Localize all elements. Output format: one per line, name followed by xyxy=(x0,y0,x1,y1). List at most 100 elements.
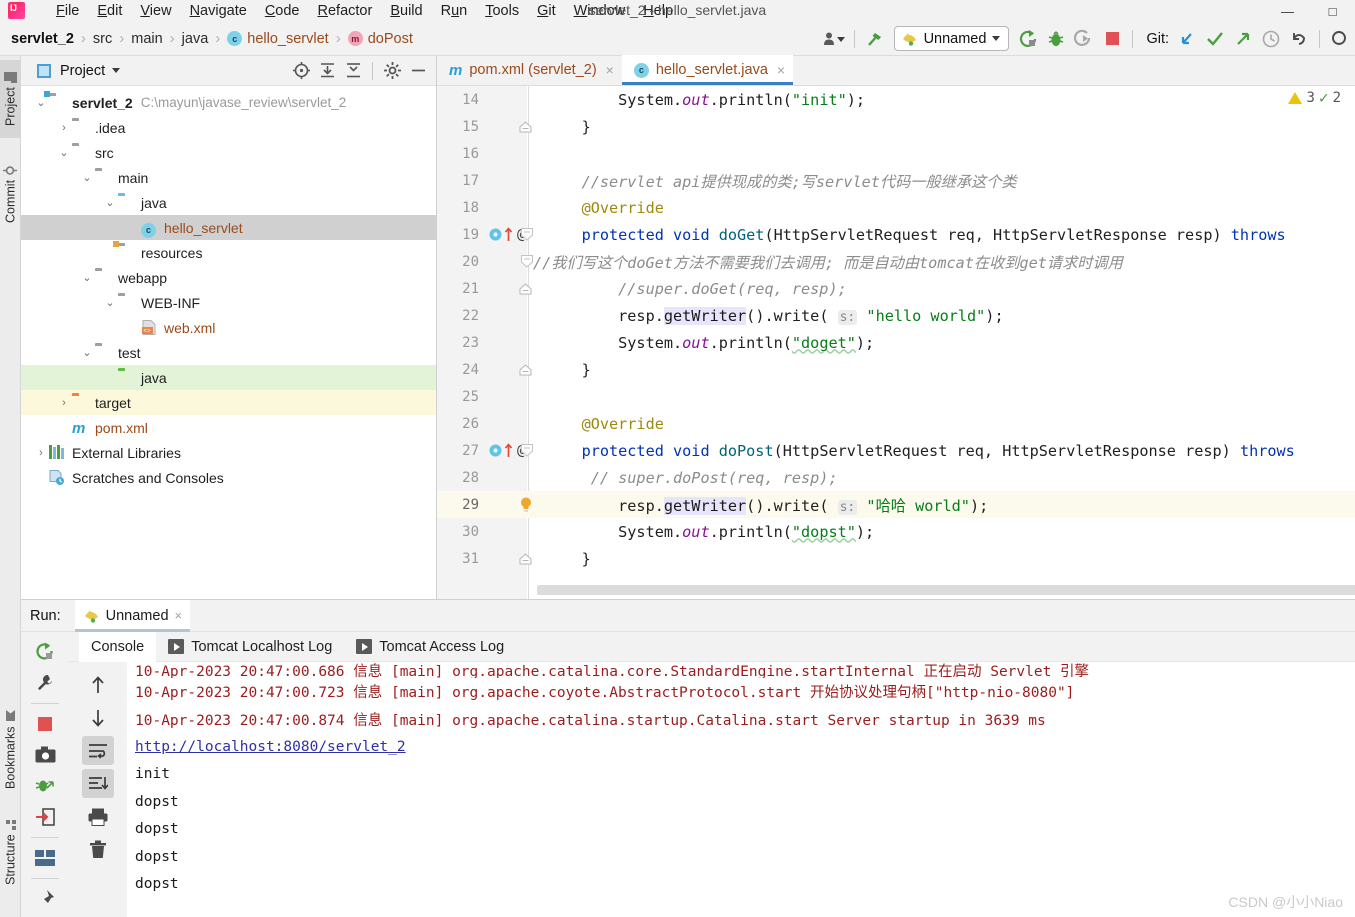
chevron-down-icon[interactable]: ⌄ xyxy=(79,171,95,184)
tab-hello-servlet-java[interactable]: c hello_servlet.java × xyxy=(621,55,794,85)
breadcrumb-item-project[interactable]: servlet_2 xyxy=(6,29,79,49)
chevron-down-icon[interactable]: ⌄ xyxy=(79,271,95,284)
menu-file[interactable]: File xyxy=(47,1,88,21)
chevron-down-icon[interactable]: ⌄ xyxy=(102,196,118,209)
update-project-icon[interactable] xyxy=(1174,26,1200,52)
build-hammer-icon[interactable] xyxy=(862,26,888,52)
fold-marker[interactable] xyxy=(521,255,533,268)
close-icon[interactable]: × xyxy=(604,62,614,78)
tab-tomcat-localhost-log[interactable]: Tomcat Localhost Log xyxy=(156,632,344,662)
collapse-all-icon[interactable] xyxy=(341,59,365,83)
tab-console[interactable]: Console xyxy=(79,631,157,662)
breadcrumb-item-main[interactable]: main xyxy=(126,29,167,49)
rerun-icon[interactable] xyxy=(30,638,60,666)
close-icon[interactable]: × xyxy=(775,62,785,78)
tree-node-java[interactable]: · java xyxy=(21,365,436,390)
fold-end-marker[interactable] xyxy=(519,363,532,376)
breadcrumb-item-src[interactable]: src xyxy=(88,29,117,49)
screenshot-icon[interactable] xyxy=(30,741,60,769)
window-controls[interactable]: — □ xyxy=(1265,0,1355,22)
breadcrumb[interactable]: servlet_2 › src › main › java › c hello_… xyxy=(6,29,418,49)
menu-run[interactable]: Run xyxy=(432,1,477,21)
rollback-icon[interactable] xyxy=(1286,26,1312,52)
sidebar-item-project[interactable]: Project xyxy=(0,60,21,138)
console-output[interactable]: 10-Apr-2023 20:47:00.686 信息 [main] org.a… xyxy=(69,662,1355,917)
code-editor[interactable]: 14 System.out.println("init"); 15 } 16 1… xyxy=(437,86,1355,599)
chevron-down-icon[interactable]: ⌄ xyxy=(79,346,95,359)
fold-end-marker[interactable] xyxy=(519,120,532,133)
chevron-down-icon[interactable]: ⌄ xyxy=(33,96,49,109)
stop-icon[interactable] xyxy=(30,710,60,738)
tree-node-webapp[interactable]: ⌄ webapp xyxy=(21,265,436,290)
menu-refactor[interactable]: Refactor xyxy=(309,1,382,21)
tree-node-web-inf[interactable]: ⌄ WEB-INF xyxy=(21,290,436,315)
select-opened-file-icon[interactable] xyxy=(289,59,313,83)
run-configuration-selector[interactable]: Unnamed xyxy=(893,26,1010,51)
scroll-down-icon[interactable] xyxy=(82,703,114,732)
fold-end-marker[interactable] xyxy=(519,282,532,295)
chevron-down-icon[interactable]: · xyxy=(102,372,118,384)
tree-node--idea[interactable]: › .idea xyxy=(21,115,436,140)
fold-end-marker[interactable] xyxy=(519,552,532,565)
editor-horizontal-scrollbar[interactable] xyxy=(537,585,1355,595)
run-with-coverage-icon[interactable] xyxy=(1071,26,1097,52)
chevron-right-icon[interactable]: › xyxy=(33,447,49,459)
menu-edit[interactable]: Edit xyxy=(88,1,131,21)
menu-window[interactable]: Window xyxy=(565,1,635,21)
pin-icon[interactable] xyxy=(30,885,60,913)
chevron-down-icon[interactable] xyxy=(992,36,1001,41)
menu-help[interactable]: Help xyxy=(634,1,682,21)
maximize-button[interactable]: □ xyxy=(1310,0,1355,22)
stop-icon[interactable] xyxy=(1099,26,1125,52)
tree-node-hello-servlet[interactable]: ·c hello_servlet xyxy=(21,215,436,240)
push-icon[interactable] xyxy=(1230,26,1256,52)
tree-node-resources[interactable]: · resources xyxy=(21,240,436,265)
debug-icon[interactable] xyxy=(1043,26,1069,52)
export-icon[interactable] xyxy=(30,803,60,831)
run-icon[interactable] xyxy=(1015,26,1041,52)
chevron-down-icon[interactable]: · xyxy=(33,472,49,484)
chevron-right-icon[interactable]: › xyxy=(56,397,72,409)
console-link[interactable]: http://localhost:8080/servlet_2 xyxy=(135,733,1355,761)
chevron-down-icon[interactable]: ⌄ xyxy=(102,296,118,309)
clear-all-icon[interactable] xyxy=(82,835,114,864)
scroll-up-icon[interactable] xyxy=(82,670,114,699)
chevron-down-icon[interactable] xyxy=(112,68,121,73)
chevron-down-icon[interactable]: · xyxy=(125,222,141,234)
chevron-right-icon[interactable]: › xyxy=(56,122,72,134)
menu-git[interactable]: Git xyxy=(528,1,565,21)
fold-start-marker[interactable] xyxy=(521,444,533,457)
tab-pom-xml[interactable]: m pom.xml (servlet_2) × xyxy=(437,55,622,85)
tree-node-target[interactable]: › target xyxy=(21,390,436,415)
user-dropdown-icon[interactable] xyxy=(821,26,847,52)
breadcrumb-item-java[interactable]: java xyxy=(177,29,214,49)
menu-tools[interactable]: Tools xyxy=(476,1,528,21)
history-icon[interactable] xyxy=(1258,26,1284,52)
tab-tomcat-access-log[interactable]: Tomcat Access Log xyxy=(344,632,516,662)
gutter-override-markers[interactable]: @ xyxy=(489,443,525,459)
minimize-button[interactable]: — xyxy=(1265,0,1310,22)
breadcrumb-item-class[interactable]: c hello_servlet xyxy=(222,29,333,49)
inspection-widget[interactable]: 3 ✓ 2 xyxy=(1288,88,1341,107)
project-tree[interactable]: ⌄ servlet_2 C:\mayun\javase_review\servlet… xyxy=(21,86,436,490)
tree-node-external-libraries[interactable]: › External Libraries xyxy=(21,440,436,465)
tree-node-scratches-and-consoles[interactable]: · Scratches and Consoles xyxy=(21,465,436,490)
console-subtabs[interactable]: Console Tomcat Localhost Log Tomcat Acce… xyxy=(69,631,1355,662)
menu-code[interactable]: Code xyxy=(256,1,309,21)
close-icon[interactable]: × xyxy=(175,608,183,623)
tree-node-main[interactable]: ⌄ main xyxy=(21,165,436,190)
expand-all-icon[interactable] xyxy=(315,59,339,83)
menu-navigate[interactable]: Navigate xyxy=(181,1,256,21)
breadcrumb-item-method[interactable]: m doPost xyxy=(343,29,418,49)
chevron-down-icon[interactable]: · xyxy=(102,247,118,259)
menu-view[interactable]: View xyxy=(131,1,180,21)
thread-dump-icon[interactable] xyxy=(30,772,60,800)
tree-node-src[interactable]: ⌄ src xyxy=(21,140,436,165)
tree-node-pom-xml[interactable]: ·m pom.xml xyxy=(21,415,436,440)
gutter-override-markers[interactable]: @ xyxy=(489,227,525,243)
chevron-down-icon[interactable]: · xyxy=(56,422,72,434)
hide-panel-icon[interactable] xyxy=(406,59,430,83)
fold-start-marker[interactable] xyxy=(521,228,533,241)
menu-bar[interactable]: File Edit View Navigate Code Refactor Bu… xyxy=(47,1,682,21)
console-url[interactable]: http://localhost:8080/servlet_2 xyxy=(135,739,406,755)
